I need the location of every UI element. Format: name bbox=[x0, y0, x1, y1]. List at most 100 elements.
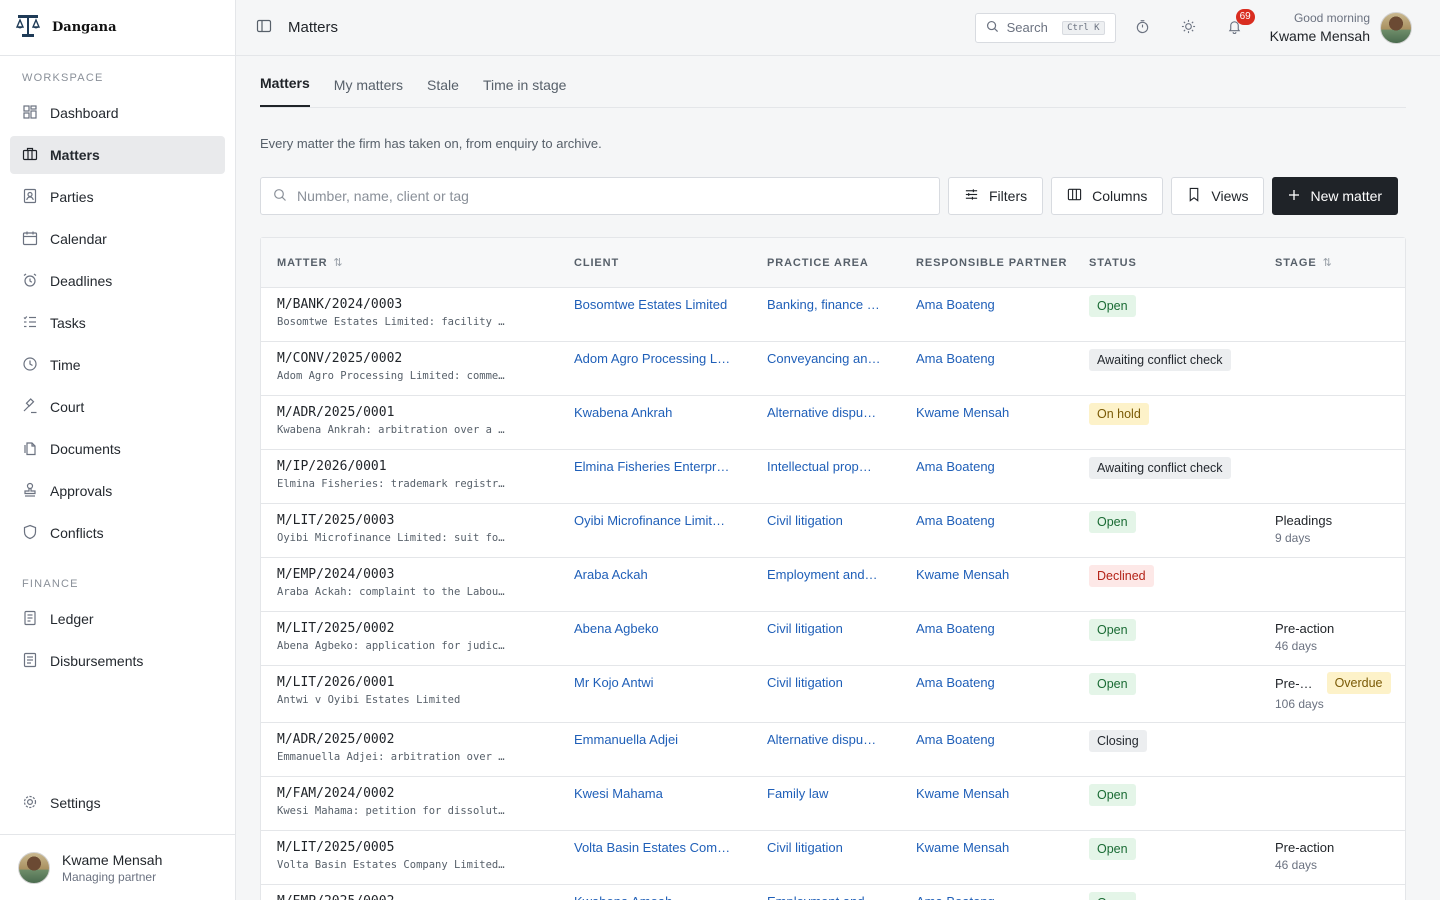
matter-number[interactable]: M/ADR/2025/0002 bbox=[277, 732, 558, 747]
matter-number[interactable]: M/LIT/2025/0002 bbox=[277, 621, 558, 636]
sidebar-item-ledger[interactable]: Ledger bbox=[10, 600, 225, 638]
matter-number[interactable]: M/EMP/2024/0003 bbox=[277, 567, 558, 582]
alarm-icon bbox=[22, 272, 38, 291]
matter-search-input[interactable] bbox=[297, 188, 927, 204]
practice-area-cell: Employment and… bbox=[751, 885, 900, 900]
sidebar-item-parties[interactable]: Parties bbox=[10, 178, 225, 216]
tab-stale[interactable]: Stale bbox=[427, 77, 459, 107]
client-link[interactable]: Abena Agbeko bbox=[574, 621, 738, 636]
client-link[interactable]: Kwabena Amoah bbox=[574, 894, 738, 900]
stamp-icon bbox=[22, 482, 38, 501]
sidebar-item-conflicts[interactable]: Conflicts bbox=[10, 514, 225, 552]
sidebar-item-calendar[interactable]: Calendar bbox=[10, 220, 225, 258]
partner-link[interactable]: Ama Boateng bbox=[916, 675, 1073, 690]
sidebar-item-disbursements[interactable]: Disbursements bbox=[10, 642, 225, 680]
matter-number[interactable]: M/LIT/2025/0005 bbox=[277, 840, 558, 855]
partner-link[interactable]: Ama Boateng bbox=[916, 513, 1073, 528]
matter-number[interactable]: M/EMP/2025/0002 bbox=[277, 894, 558, 900]
column-header-stage[interactable]: STAGE ⇅ bbox=[1259, 256, 1405, 270]
matter-number[interactable]: M/ADR/2025/0001 bbox=[277, 405, 558, 420]
sidebar-item-time[interactable]: Time bbox=[10, 346, 225, 384]
notifications-button[interactable]: 69 bbox=[1212, 8, 1258, 43]
partner-link[interactable]: Ama Boateng bbox=[916, 894, 1073, 900]
client-link[interactable]: Bosomtwe Estates Limited bbox=[574, 297, 738, 312]
sidebar-toggle-icon[interactable] bbox=[256, 18, 272, 37]
table-row[interactable]: M/LIT/2025/0005 Volta Basin Estates Compa… bbox=[261, 831, 1405, 885]
partner-link[interactable]: Kwame Mensah bbox=[916, 786, 1073, 801]
practice-area-link[interactable]: Civil litigation bbox=[767, 621, 885, 636]
client-link[interactable]: Oyibi Microfinance Limit… bbox=[574, 513, 738, 528]
matter-search-field[interactable] bbox=[260, 177, 940, 215]
practice-area-link[interactable]: Civil litigation bbox=[767, 675, 885, 690]
table-row[interactable]: M/IP/2026/0001 Elmina Fisheries: trademar… bbox=[261, 450, 1405, 504]
column-header-matter[interactable]: MATTER ⇅ bbox=[261, 256, 558, 270]
practice-area-link[interactable]: Civil litigation bbox=[767, 840, 885, 855]
client-link[interactable]: Emmanuella Adjei bbox=[574, 732, 738, 747]
brand[interactable]: Dangana bbox=[0, 0, 235, 56]
tab-matters[interactable]: Matters bbox=[260, 75, 310, 107]
sidebar-item-deadlines[interactable]: Deadlines bbox=[10, 262, 225, 300]
table-row[interactable]: M/BANK/2024/0003 Bosomtwe Estates Limited… bbox=[261, 288, 1405, 342]
practice-area-link[interactable]: Civil litigation bbox=[767, 513, 885, 528]
sort-icon[interactable]: ⇅ bbox=[333, 256, 342, 269]
sidebar-item-approvals[interactable]: Approvals bbox=[10, 472, 225, 510]
partner-link[interactable]: Kwame Mensah bbox=[916, 405, 1073, 420]
practice-area-link[interactable]: Family law bbox=[767, 786, 885, 801]
table-row[interactable]: M/EMP/2025/0002 Kwabena Amoah Employment a… bbox=[261, 885, 1405, 900]
client-link[interactable]: Elmina Fisheries Enterpr… bbox=[574, 459, 738, 474]
matter-number[interactable]: M/LIT/2025/0003 bbox=[277, 513, 558, 528]
matter-number[interactable]: M/CONV/2025/0002 bbox=[277, 351, 558, 366]
sidebar-user-card[interactable]: Kwame Mensah Managing partner bbox=[0, 834, 235, 900]
user-avatar-button[interactable] bbox=[1380, 11, 1412, 44]
matter-number[interactable]: M/LIT/2026/0001 bbox=[277, 675, 558, 690]
sidebar-item-documents[interactable]: Documents bbox=[10, 430, 225, 468]
global-search-button[interactable]: Search Ctrl K bbox=[974, 12, 1116, 43]
practice-area-link[interactable]: Intellectual prop… bbox=[767, 459, 885, 474]
partner-link[interactable]: Ama Boateng bbox=[916, 459, 1073, 474]
matter-number[interactable]: M/FAM/2024/0002 bbox=[277, 786, 558, 801]
tab-my-matters[interactable]: My matters bbox=[334, 77, 403, 107]
table-row[interactable]: M/ADR/2025/0002 Emmanuella Adjei: arbitra… bbox=[261, 723, 1405, 777]
client-link[interactable]: Adom Agro Processing L… bbox=[574, 351, 738, 366]
practice-area-link[interactable]: Alternative dispu… bbox=[767, 732, 885, 747]
new-matter-button[interactable]: New matter bbox=[1272, 177, 1399, 215]
partner-link[interactable]: Ama Boateng bbox=[916, 621, 1073, 636]
partner-link[interactable]: Ama Boateng bbox=[916, 351, 1073, 366]
matter-number[interactable]: M/IP/2026/0001 bbox=[277, 459, 558, 474]
client-link[interactable]: Kwabena Ankrah bbox=[574, 405, 738, 420]
practice-area-link[interactable]: Employment and… bbox=[767, 567, 885, 582]
sidebar-item-court[interactable]: Court bbox=[10, 388, 225, 426]
partner-link[interactable]: Kwame Mensah bbox=[916, 840, 1073, 855]
views-button[interactable]: Views bbox=[1171, 177, 1265, 215]
sidebar-item-dashboard[interactable]: Dashboard bbox=[10, 94, 225, 132]
table-row[interactable]: M/LIT/2025/0003 Oyibi Microfinance Limite… bbox=[261, 504, 1405, 558]
timer-button[interactable] bbox=[1120, 13, 1166, 43]
table-row[interactable]: M/LIT/2026/0001 Antwi v Oyibi Estates Lim… bbox=[261, 666, 1405, 723]
client-link[interactable]: Kwesi Mahama bbox=[574, 786, 738, 801]
practice-area-link[interactable]: Employment and… bbox=[767, 894, 885, 900]
sidebar-item-tasks[interactable]: Tasks bbox=[10, 304, 225, 342]
table-row[interactable]: M/FAM/2024/0002 Kwesi Mahama: petition fo… bbox=[261, 777, 1405, 831]
table-row[interactable]: M/CONV/2025/0002 Adom Agro Processing Lim… bbox=[261, 342, 1405, 396]
theme-toggle-button[interactable] bbox=[1166, 13, 1212, 43]
sidebar-item-settings[interactable]: Settings bbox=[10, 784, 225, 822]
client-link[interactable]: Volta Basin Estates Com… bbox=[574, 840, 738, 855]
notification-count-badge: 69 bbox=[1235, 8, 1255, 25]
practice-area-link[interactable]: Conveyancing an… bbox=[767, 351, 885, 366]
matter-number[interactable]: M/BANK/2024/0003 bbox=[277, 297, 558, 312]
table-row[interactable]: M/EMP/2024/0003 Araba Ackah: complaint to… bbox=[261, 558, 1405, 612]
partner-link[interactable]: Kwame Mensah bbox=[916, 567, 1073, 582]
tab-time-in-stage[interactable]: Time in stage bbox=[483, 77, 567, 107]
partner-link[interactable]: Ama Boateng bbox=[916, 297, 1073, 312]
table-row[interactable]: M/ADR/2025/0001 Kwabena Ankrah: arbitrati… bbox=[261, 396, 1405, 450]
practice-area-link[interactable]: Alternative dispu… bbox=[767, 405, 885, 420]
filters-button[interactable]: Filters bbox=[948, 177, 1044, 215]
columns-button[interactable]: Columns bbox=[1051, 177, 1164, 215]
client-link[interactable]: Mr Kojo Antwi bbox=[574, 675, 738, 690]
sort-icon[interactable]: ⇅ bbox=[1323, 256, 1332, 269]
partner-link[interactable]: Ama Boateng bbox=[916, 732, 1073, 747]
practice-area-link[interactable]: Banking, finance … bbox=[767, 297, 885, 312]
client-link[interactable]: Araba Ackah bbox=[574, 567, 738, 582]
sidebar-item-matters[interactable]: Matters bbox=[10, 136, 225, 174]
table-row[interactable]: M/LIT/2025/0002 Abena Agbeko: application… bbox=[261, 612, 1405, 666]
